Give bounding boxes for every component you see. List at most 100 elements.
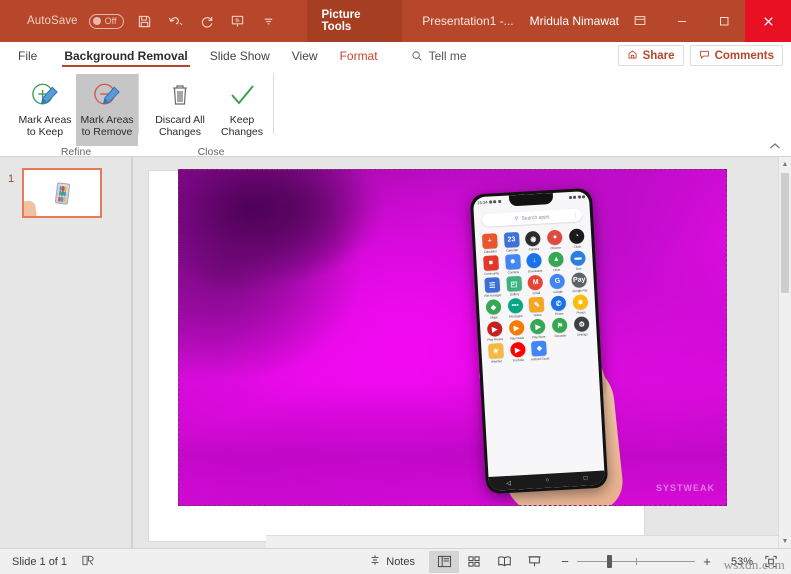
search-icon: [411, 50, 423, 62]
phone-app-calculator[interactable]: ÷ Calculator: [479, 233, 501, 254]
comments-label: Comments: [714, 49, 774, 62]
app-label: Clock: [573, 244, 582, 249]
picture-with-background-removal[interactable]: 15:34 ⚲ Search apps ⋮ ÷ Calculator 23 Ca…: [178, 169, 727, 506]
slide-editing-area[interactable]: 15:34 ⚲ Search apps ⋮ ÷ Calculator 23 Ca…: [133, 157, 791, 548]
phone-app-play-store[interactable]: ▶ Play Store: [527, 318, 549, 339]
phone-app-weather[interactable]: ☀ Weather: [485, 343, 507, 364]
app-label: YouTube: [512, 357, 525, 363]
tab-view[interactable]: View: [281, 42, 329, 69]
phone-app-downloads[interactable]: ↓ Downloads: [524, 252, 546, 274]
phone-app-gmail[interactable]: M Gmail: [525, 274, 547, 296]
zoom-slider[interactable]: [577, 555, 695, 569]
phone-app-phone[interactable]: ✆ Phone: [548, 295, 570, 316]
phone-app-camera[interactable]: ◉ Camera: [522, 230, 544, 252]
phone-search-apps-bar[interactable]: ⚲ Search apps ⋮: [481, 208, 583, 227]
notes-button[interactable]: Notes: [365, 554, 429, 569]
smartphone: 15:34 ⚲ Search apps ⋮ ÷ Calculator 23 Ca…: [469, 187, 609, 495]
quick-access-toolbar: AutoSave Off: [0, 11, 279, 31]
customize-quick-access-icon[interactable]: [259, 11, 279, 31]
view-slide-show-button[interactable]: [519, 551, 549, 573]
zoom-out-button[interactable]: −: [559, 554, 571, 569]
phone-app-recorder[interactable]: ⚑ Recorder: [549, 317, 571, 338]
comments-button[interactable]: Comments: [689, 45, 783, 66]
zoom-in-button[interactable]: +: [701, 554, 713, 569]
keep-changes-button[interactable]: Keep Changes: [211, 74, 273, 146]
kebab-menu-icon[interactable]: ⋮: [573, 212, 578, 218]
save-icon[interactable]: [135, 11, 155, 31]
tab-background-removal[interactable]: Background Removal: [53, 42, 198, 69]
user-account-name[interactable]: Mridula Nimawat: [530, 14, 619, 28]
nav-back-icon[interactable]: ◁: [506, 479, 511, 486]
view-reading-button[interactable]: [489, 551, 519, 573]
phone-screen: 15:34 ⚲ Search apps ⋮ ÷ Calculator 23 Ca…: [472, 190, 606, 492]
app-icon: ▶: [530, 318, 547, 335]
discard-label-line2: Changes: [158, 126, 202, 138]
horizontal-scrollbar[interactable]: [266, 535, 778, 548]
phone-app-community[interactable]: ■ Community: [480, 255, 502, 276]
minimize-icon[interactable]: [661, 0, 703, 42]
zoom-percentage-label[interactable]: 53%: [719, 556, 753, 568]
app-icon: ⚙: [573, 316, 590, 332]
discard-all-changes-button[interactable]: Discard All Changes: [149, 74, 211, 146]
mark-areas-to-remove-button[interactable]: Mark Areas to Remove: [76, 74, 138, 146]
autosave-toggle[interactable]: Off: [88, 13, 124, 29]
nav-recents-icon[interactable]: □: [584, 476, 588, 482]
view-slide-sorter-button[interactable]: [459, 551, 489, 573]
slide-thumbnail-1[interactable]: [22, 168, 102, 218]
ribbon-display-options-icon[interactable]: [619, 0, 661, 42]
powerpoint-window: AutoSave Off Picture Tools Presentation1…: [0, 0, 791, 574]
scroll-up-icon[interactable]: ▲: [779, 157, 791, 171]
scroll-down-icon[interactable]: ▼: [779, 534, 791, 548]
status-bar: Slide 1 of 1 Notes − + 53% wsxdn.com: [0, 548, 791, 574]
phone-app-google-pay[interactable]: Pay Google Pay: [568, 272, 590, 293]
phone-app-contacts[interactable]: ☻ Contacts: [502, 253, 524, 275]
thumbnail-number: 1: [7, 173, 15, 185]
maximize-icon[interactable]: [703, 0, 745, 42]
thumbnail-phone-icon: [54, 181, 70, 205]
phone-app-android-cloud[interactable]: ❖ Android Cloud: [529, 340, 551, 361]
close-icon[interactable]: [745, 0, 791, 42]
app-label: Play Music: [509, 335, 525, 341]
redo-icon[interactable]: [197, 11, 217, 31]
phone-app-google[interactable]: G Google: [547, 273, 569, 294]
phone-app-drive[interactable]: ▲ Drive: [545, 251, 567, 272]
tell-me-search[interactable]: Tell me: [389, 42, 467, 69]
zoom-slider-handle[interactable]: [607, 555, 612, 568]
app-label: Duo: [575, 266, 582, 271]
phone-app-calendar[interactable]: 23 Calendar: [501, 231, 523, 253]
collapse-ribbon-chevron-icon[interactable]: [769, 141, 781, 153]
context-tab-picture-tools[interactable]: Picture Tools: [306, 0, 403, 42]
undo-icon[interactable]: [166, 11, 186, 31]
phone-app-file-manager[interactable]: ☰ File manager: [481, 277, 503, 298]
mark-areas-to-keep-button[interactable]: Mark Areas to Keep: [14, 74, 76, 146]
vertical-scrollbar-thumb[interactable]: [781, 173, 789, 293]
document-title: Presentation1 -...: [422, 14, 514, 28]
phone-app-chrome[interactable]: ● Chrome: [544, 229, 566, 250]
app-icon: •••: [507, 297, 524, 314]
vertical-scrollbar[interactable]: ▲ ▼: [778, 157, 791, 548]
accessibility-checker-icon[interactable]: [81, 554, 96, 570]
phone-app-play-movies[interactable]: ▶ Play Movies: [484, 321, 506, 342]
phone-app-messages[interactable]: ••• Messages: [504, 297, 526, 319]
start-presentation-icon[interactable]: [228, 11, 248, 31]
share-button[interactable]: Share: [617, 45, 684, 66]
nav-home-icon[interactable]: ○: [545, 478, 549, 484]
phone-app-maps[interactable]: ◆ Maps: [483, 299, 505, 320]
view-normal-button[interactable]: [429, 550, 459, 573]
phone-app-notes[interactable]: ✎ Notes: [526, 296, 548, 317]
phone-app-clock[interactable]: ◔ Clock: [566, 228, 588, 249]
tab-format[interactable]: Format: [329, 42, 389, 69]
app-icon: M: [527, 274, 544, 291]
tab-file[interactable]: File: [0, 42, 53, 69]
mark-keep-icon: [29, 79, 62, 113]
tab-slide-show[interactable]: Slide Show: [199, 42, 281, 69]
phone-app-settings[interactable]: ⚙ Settings: [571, 316, 593, 337]
app-icon: ◆: [485, 299, 502, 315]
phone-app-duo[interactable]: ▬ Duo: [567, 250, 589, 271]
phone-app-gallery[interactable]: ◰ Gallery: [503, 275, 525, 297]
phone-app-grid: ÷ Calculator 23 Calendar ◉ Camera ● Chrome ◔ Cloc…: [475, 226, 598, 364]
phone-app-youtube[interactable]: ▶ YouTube: [507, 341, 529, 363]
fit-slide-to-window-icon[interactable]: [759, 555, 783, 568]
phone-app-play-music[interactable]: ▶ Play Music: [506, 319, 528, 341]
phone-app-photos[interactable]: ✵ Photos: [570, 294, 592, 315]
